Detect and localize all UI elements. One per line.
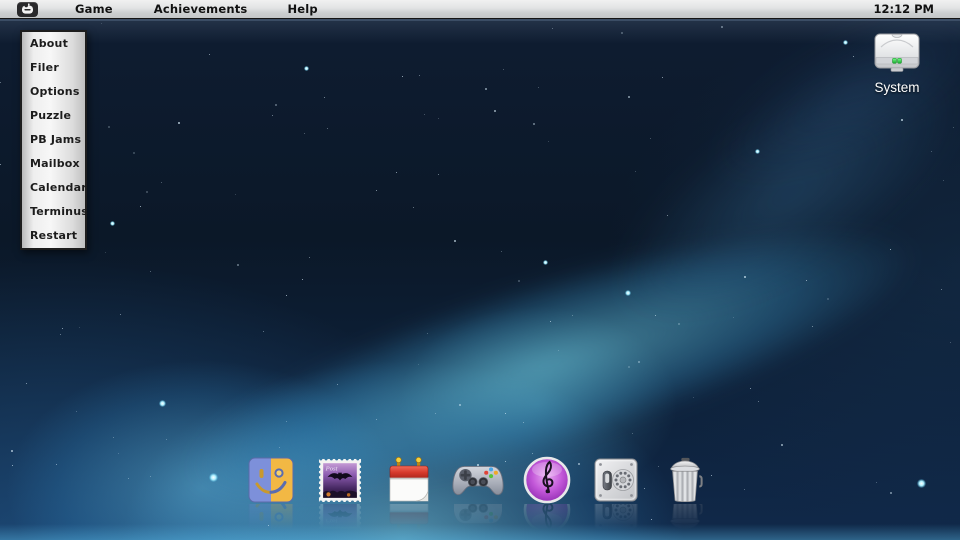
dock-reflection xyxy=(452,494,504,534)
apple-menu-dropdown: About Filer Options Puzzle PB Jams Mailb… xyxy=(20,30,88,250)
dock-reflection xyxy=(385,488,433,534)
dock-item-mailbox[interactable]: Post Post xyxy=(316,456,364,534)
menu-item-options[interactable]: Options xyxy=(22,80,85,104)
menu-help[interactable]: Help xyxy=(287,0,317,18)
menu-item-filer[interactable]: Filer xyxy=(22,56,85,80)
dock-reflection xyxy=(661,487,709,534)
menu-bar: Game Achievements Help 12:12 PM xyxy=(0,0,960,19)
menu-achievements[interactable]: Achievements xyxy=(154,0,248,18)
music-treble-clef-icon xyxy=(523,456,571,504)
hard-drive-icon xyxy=(874,33,920,72)
apple-logo-icon xyxy=(22,3,33,14)
svg-text:Post: Post xyxy=(325,518,338,525)
dock: Post Post xyxy=(247,456,709,534)
menu-item-mailbox[interactable]: Mailbox xyxy=(22,152,85,176)
dock-item-game[interactable] xyxy=(452,456,504,534)
desktop-screen: Game Achievements Help 12:12 PM About Fi… xyxy=(0,0,960,540)
dock-reflection xyxy=(523,486,571,534)
dock-item-calendar[interactable] xyxy=(385,456,433,534)
filer-finder-icon xyxy=(247,456,295,504)
safe-vault-icon xyxy=(592,456,640,504)
apple-menu-button[interactable] xyxy=(17,1,38,17)
system-icon-label: System xyxy=(874,80,920,95)
desktop-icon-system[interactable]: System xyxy=(866,30,928,95)
menu-item-terminus[interactable]: Terminus xyxy=(22,200,88,224)
menubar-clock: 12:12 PM xyxy=(873,2,934,16)
menu-item-pb-jams[interactable]: PB Jams xyxy=(22,128,85,152)
dock-item-filer[interactable] xyxy=(247,456,295,534)
dock-reflection: Post xyxy=(316,487,364,534)
dock-reflection xyxy=(592,488,640,534)
dock-item-pb-jams[interactable] xyxy=(523,456,571,534)
game-controller-icon xyxy=(452,456,504,504)
svg-text:Post: Post xyxy=(325,465,338,472)
menu-item-puzzle[interactable]: Puzzle xyxy=(22,104,85,128)
calendar-icon xyxy=(385,456,433,504)
menu-item-calendar[interactable]: Calendar xyxy=(22,176,87,200)
mail-stamp-icon: Post xyxy=(316,456,364,504)
trash-can-icon xyxy=(661,456,709,504)
dock-item-safe[interactable] xyxy=(592,456,640,534)
dock-item-trash[interactable] xyxy=(661,456,709,534)
menu-item-about[interactable]: About xyxy=(22,32,85,56)
menu-game[interactable]: Game xyxy=(75,0,113,18)
dock-reflection xyxy=(247,487,295,534)
menu-item-restart[interactable]: Restart xyxy=(22,224,85,248)
